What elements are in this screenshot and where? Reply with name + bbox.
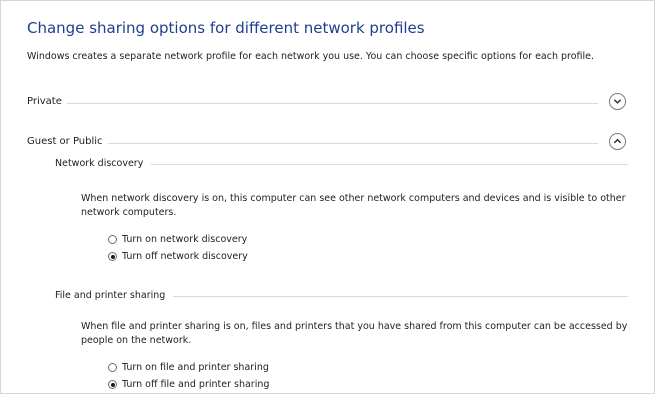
file-printer-sharing-description: When file and printer sharing is on, fil… bbox=[81, 321, 628, 346]
page-title: Change sharing options for different net… bbox=[27, 19, 425, 37]
profile-private-label: Private bbox=[27, 96, 67, 107]
network-discovery-section: Network discovery bbox=[55, 156, 628, 172]
turn-on-file-printer-sharing-radio[interactable]: Turn on file and printer sharing bbox=[108, 362, 269, 373]
page-description: Windows creates a separate network profi… bbox=[27, 51, 595, 62]
radio-label: Turn off network discovery bbox=[122, 251, 248, 262]
turn-off-file-printer-sharing-radio[interactable]: Turn off file and printer sharing bbox=[108, 379, 269, 390]
profile-private[interactable]: Private bbox=[27, 93, 628, 113]
radio-unchecked-icon bbox=[108, 363, 117, 372]
network-discovery-description: When network discovery is on, this compu… bbox=[81, 193, 626, 218]
radio-unchecked-icon bbox=[108, 235, 117, 244]
sharing-options-panel: Change sharing options for different net… bbox=[0, 0, 655, 394]
chevron-down-icon bbox=[613, 99, 622, 104]
profile-guest-public-label: Guest or Public bbox=[27, 136, 108, 147]
turn-on-network-discovery-radio[interactable]: Turn on network discovery bbox=[108, 234, 247, 245]
divider bbox=[27, 143, 598, 144]
radio-checked-icon bbox=[108, 380, 117, 389]
profile-guest-public[interactable]: Guest or Public bbox=[27, 133, 628, 153]
chevron-up-icon bbox=[613, 138, 622, 144]
radio-label: Turn on network discovery bbox=[122, 234, 248, 245]
radio-label: Turn on file and printer sharing bbox=[122, 362, 269, 373]
divider bbox=[27, 103, 598, 104]
network-discovery-heading: Network discovery bbox=[55, 158, 152, 169]
radio-label: Turn off file and printer sharing bbox=[122, 379, 270, 390]
radio-checked-icon bbox=[108, 252, 117, 261]
collapse-guest-public-button[interactable] bbox=[609, 133, 626, 150]
file-printer-sharing-section: File and printer sharing bbox=[55, 288, 628, 304]
file-printer-sharing-heading: File and printer sharing bbox=[55, 290, 174, 301]
turn-off-network-discovery-radio[interactable]: Turn off network discovery bbox=[108, 251, 248, 262]
expand-private-button[interactable] bbox=[609, 93, 626, 110]
